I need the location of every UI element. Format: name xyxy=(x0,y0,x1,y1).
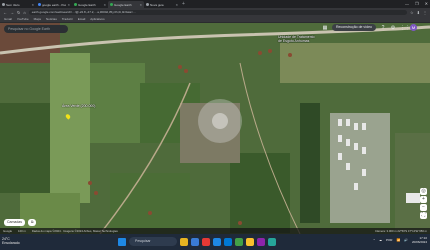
bottom-left-controls: Camadas ⧉ xyxy=(4,219,37,226)
taskbar-app-icon[interactable] xyxy=(257,237,265,246)
layers-button[interactable]: Camadas xyxy=(4,219,25,226)
bookmark-item[interactable]: Aplicativos xyxy=(90,17,104,21)
taskbar-app-icon[interactable] xyxy=(224,237,232,246)
bookmark-item[interactable]: Email xyxy=(78,17,86,21)
tray-expand-icon[interactable]: ^ xyxy=(374,238,375,242)
taskbar-app-icon[interactable] xyxy=(202,237,210,246)
browser-tab[interactable]: Nova guia ✕ xyxy=(144,1,180,8)
search-input[interactable]: Pesquisar no Google Earth xyxy=(4,25,68,33)
url-field[interactable]: earth.google.com/web/search/…/@-22.8,-47… xyxy=(28,9,408,15)
clock-date: 20/06/2024 xyxy=(411,240,427,244)
pin-label[interactable]: Área Verde (200.000) xyxy=(62,104,95,108)
screen: Sem título✕ google earth - Pesquisa✕ Goo… xyxy=(0,0,430,250)
zoom-in-button[interactable]: + xyxy=(420,196,427,203)
satellite-map-view[interactable]: Pesquisar no Google Earth ▦ Reconstrução… xyxy=(0,23,430,234)
tab-title: Nova guia xyxy=(150,2,164,7)
new-tab-button[interactable]: + xyxy=(182,1,185,7)
favicon-icon xyxy=(146,3,149,6)
google-apps-icon[interactable]: ⋮⋮ xyxy=(400,25,410,31)
help-icon[interactable]: ? xyxy=(380,25,386,31)
back-icon[interactable]: ← xyxy=(3,10,7,15)
video-reconstruction-button[interactable]: Reconstrução de vídeo xyxy=(332,24,376,31)
bookmark-item[interactable]: YouTube xyxy=(17,17,29,21)
close-tab-icon[interactable]: ✕ xyxy=(139,3,142,7)
camera-readout: Câmera: 3.000 m 22°50'S 47°10'W 650 m xyxy=(375,229,427,233)
taskbar-app-icon[interactable] xyxy=(246,237,254,246)
bookmark-item[interactable]: Traduzir xyxy=(62,17,73,21)
favicon-icon xyxy=(110,3,113,6)
address-bar-row: ← → ↻ ⌂ earth.google.com/web/search/…/@-… xyxy=(0,8,430,16)
tab-title: google earth - Pesquisa xyxy=(42,2,66,7)
system-tray: ^ ☁ POR 📶 🔊 17:10 20/06/2024 xyxy=(374,236,427,244)
close-tab-icon[interactable]: ✕ xyxy=(67,3,70,7)
map-controls: ◎ + − ⛶ xyxy=(420,188,427,219)
bookmark-item[interactable]: Maps xyxy=(34,17,41,21)
taskbar-app-icon[interactable] xyxy=(213,237,221,246)
bookmark-star-icon[interactable]: ☆ xyxy=(410,10,414,15)
close-tab-icon[interactable]: ✕ xyxy=(103,3,106,7)
compass-icon[interactable]: ◎ xyxy=(420,188,427,195)
tab-title: Google Earth xyxy=(78,2,96,7)
bookmark-item[interactable]: Gmail xyxy=(4,17,12,21)
window-controls: — ❐ ✕ xyxy=(405,0,428,7)
avatar[interactable]: M xyxy=(410,24,417,31)
minimize-button[interactable]: — xyxy=(405,0,409,7)
taskbar-search-input[interactable]: Pesquisar xyxy=(129,237,177,246)
favicon-icon xyxy=(2,3,5,6)
taskbar-app-icon[interactable] xyxy=(268,237,276,246)
reload-icon[interactable]: ↻ xyxy=(17,10,20,15)
satellite-imagery xyxy=(0,23,430,234)
browser-tab[interactable]: Sem título ✕ xyxy=(0,1,36,8)
favicon-icon xyxy=(38,3,41,6)
wifi-icon[interactable]: 📶 xyxy=(396,238,400,242)
clock[interactable]: 17:10 20/06/2024 xyxy=(412,236,427,244)
earth-toolbar: ▦ Reconstrução de vídeo ? ⚙ ⋮⋮ M xyxy=(322,24,417,31)
close-tab-icon[interactable]: ✕ xyxy=(31,3,34,7)
start-button[interactable] xyxy=(118,237,126,246)
volume-icon[interactable]: 🔊 xyxy=(404,238,408,242)
taskbar-app-icon[interactable] xyxy=(235,237,243,246)
taskbar-app-icon[interactable] xyxy=(180,237,188,246)
forward-icon[interactable]: → xyxy=(10,10,14,15)
zoom-out-button[interactable]: − xyxy=(420,204,427,211)
bookmark-item[interactable]: Notícias xyxy=(46,17,57,21)
apps-icon[interactable]: ▦ xyxy=(322,25,328,31)
menu-icon[interactable]: ⋮ xyxy=(423,10,427,15)
onedrive-icon[interactable]: ☁ xyxy=(379,238,382,242)
taskbar-app-icon[interactable] xyxy=(191,237,199,246)
home-icon[interactable]: ⌂ xyxy=(23,10,25,15)
browser-tab[interactable]: Google Earth ✕ xyxy=(72,1,108,8)
attribution-text[interactable]: Dados do mapa ©2024 · Imagens ©2024 Airb… xyxy=(32,229,118,233)
tab-title: Google Earth xyxy=(114,2,132,7)
layer-toggle-icon[interactable]: ⧉ xyxy=(27,219,37,226)
browser-tab-strip: Sem título✕ google earth - Pesquisa✕ Goo… xyxy=(0,0,430,8)
google-logo: Google xyxy=(3,229,13,233)
close-tab-icon[interactable]: ✕ xyxy=(175,3,178,7)
favicon-icon xyxy=(74,3,77,6)
weather-widget[interactable]: 24°C Ensolarado xyxy=(2,237,20,245)
fullscreen-icon[interactable]: ⛶ xyxy=(420,212,427,219)
maximize-button[interactable]: ❐ xyxy=(415,0,419,7)
windows-taskbar: 24°C Ensolarado Pesquisar ^ ☁ POR 📶 🔊 17… xyxy=(0,234,430,250)
language-indicator[interactable]: POR xyxy=(386,238,393,242)
browser-tab[interactable]: google earth - Pesquisa✕ xyxy=(36,1,72,8)
tab-title: Sem título xyxy=(6,2,20,7)
download-icon[interactable]: ⬇ xyxy=(417,10,420,15)
taskbar-center: Pesquisar xyxy=(118,237,276,246)
extensions: ☆ ⬇ ⋮ xyxy=(410,10,427,15)
scale-label: 100 m xyxy=(18,229,26,233)
place-label[interactable]: de Esgoto Anhumas xyxy=(278,39,309,43)
bookmarks-bar: Gmail YouTube Maps Notícias Traduzir Ema… xyxy=(0,16,430,23)
browser-tab-active[interactable]: Google Earth ✕ xyxy=(108,1,144,8)
gear-icon[interactable]: ⚙ xyxy=(390,25,396,31)
close-window-button[interactable]: ✕ xyxy=(425,0,428,7)
weather-desc: Ensolarado xyxy=(2,241,20,245)
